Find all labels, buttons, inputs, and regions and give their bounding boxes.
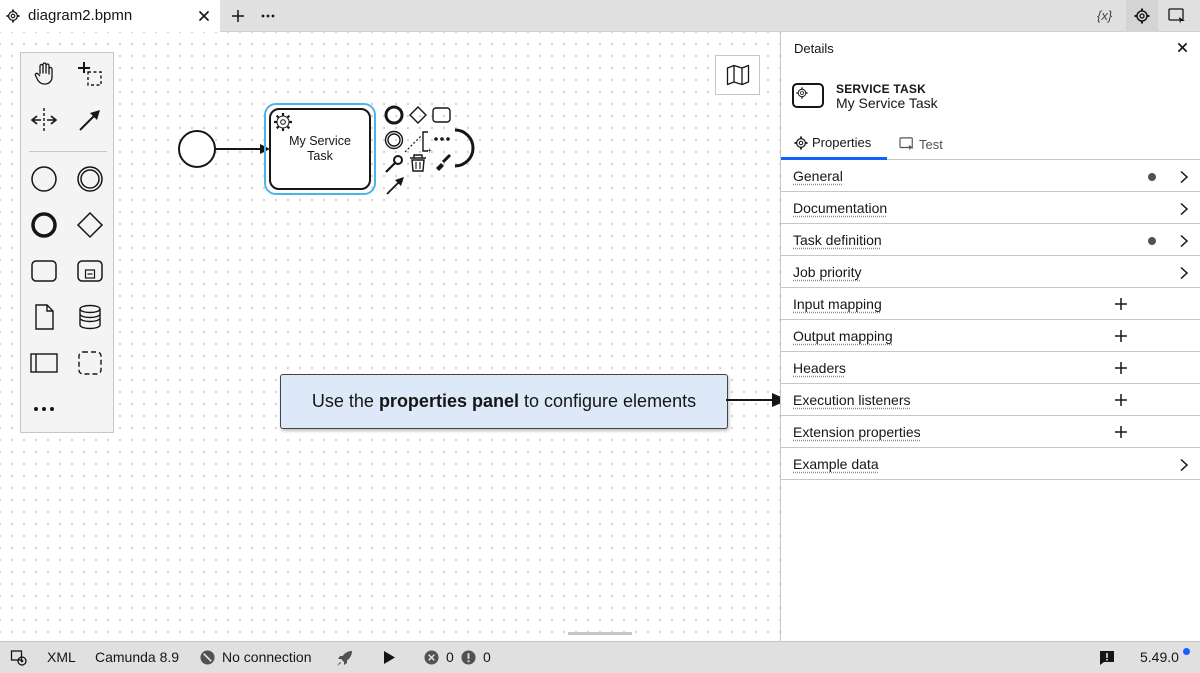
property-group-label: Documentation	[793, 200, 888, 216]
feedback-icon[interactable]	[1099, 650, 1115, 666]
panel-tabs: Properties Test	[781, 128, 1200, 160]
warning-icon[interactable]	[461, 650, 476, 665]
tab-diagram[interactable]: diagram2.bpmn	[0, 0, 220, 32]
svg-text:+: +	[427, 146, 432, 155]
property-group-execution-listeners[interactable]: Execution listeners	[781, 384, 1200, 416]
change-type-wrench-icon[interactable]	[385, 155, 403, 173]
hint-suffix: to configure elements	[523, 391, 697, 411]
property-group-label: Input mapping	[793, 296, 882, 312]
panel-title: Details	[794, 41, 834, 56]
chevron-right-icon[interactable]	[1179, 170, 1189, 184]
property-group-label: Headers	[793, 360, 846, 376]
property-group-label: Job priority	[793, 264, 862, 280]
service-task-icon	[792, 83, 824, 108]
property-group-label: General	[793, 168, 843, 184]
tab-test[interactable]: Test	[899, 128, 943, 160]
property-group-label: Task definition	[793, 232, 882, 248]
chevron-right-icon[interactable]	[1179, 458, 1189, 472]
properties-panel-toggle[interactable]	[1126, 0, 1158, 32]
gear-icon	[1134, 8, 1150, 24]
property-group-headers[interactable]: Headers	[781, 352, 1200, 384]
properties-panel-hint: Use the properties panel to configure el…	[280, 374, 728, 429]
tab-title: diagram2.bpmn	[28, 7, 133, 24]
property-group-documentation[interactable]: Documentation	[781, 192, 1200, 224]
element-name: My Service Task	[836, 95, 938, 111]
property-group-job-priority[interactable]: Job priority	[781, 256, 1200, 288]
append-text-annotation-icon[interactable]: +	[404, 131, 432, 155]
add-icon[interactable]	[1114, 425, 1128, 439]
deploy-rocket-icon[interactable]	[335, 648, 355, 668]
close-icon[interactable]	[198, 10, 210, 22]
context-pad-arc	[454, 128, 475, 168]
property-group-extension-properties[interactable]: Extension properties	[781, 416, 1200, 448]
test-panel-icon[interactable]	[1168, 8, 1186, 24]
variables-button[interactable]: {x}	[1097, 8, 1112, 23]
run-play-icon[interactable]	[382, 650, 396, 665]
no-connection-icon	[200, 650, 215, 665]
update-dot	[1183, 648, 1190, 655]
gear-icon	[6, 9, 20, 23]
service-task-label-line2: Task	[307, 149, 333, 163]
tab-properties-label: Properties	[812, 135, 872, 150]
data-indicator-dot	[1148, 237, 1156, 245]
add-icon[interactable]	[1114, 361, 1128, 375]
tab-test-label: Test	[919, 136, 943, 152]
add-icon[interactable]	[1114, 297, 1128, 311]
chevron-right-icon[interactable]	[1179, 266, 1189, 280]
bpmn-diagram: My Service Task +	[178, 103, 475, 195]
add-icon[interactable]	[1114, 329, 1128, 343]
chevron-right-icon[interactable]	[1179, 234, 1189, 248]
gear-icon	[794, 135, 808, 150]
xml-button[interactable]: XML	[47, 649, 76, 665]
sidebar-toggle-icon[interactable]	[10, 649, 28, 667]
status-bar: XML Camunda 8.9 No connection 0 0 5.49.0	[0, 641, 1200, 673]
error-icon[interactable]	[424, 650, 439, 665]
property-group-output-mapping[interactable]: Output mapping	[781, 320, 1200, 352]
tab-bar: diagram2.bpmn {x}	[0, 0, 1200, 32]
engine-version-button[interactable]: Camunda 8.9	[95, 649, 179, 665]
property-group-label: Example data	[793, 456, 879, 472]
data-indicator-dot	[1148, 173, 1156, 181]
more-tabs-icon[interactable]	[260, 8, 276, 24]
property-group-example-data[interactable]: Example data	[781, 448, 1200, 480]
app-version[interactable]: 5.49.0	[1140, 649, 1179, 665]
delete-trash-icon[interactable]	[410, 154, 426, 172]
property-group-label: Extension properties	[793, 424, 921, 440]
append-task-icon[interactable]	[432, 107, 451, 123]
chevron-right-icon[interactable]	[1179, 202, 1189, 216]
property-group-general[interactable]: General	[781, 160, 1200, 192]
new-tab-button[interactable]	[230, 8, 246, 24]
app-window: diagram2.bpmn {x} My Service Task + Use …	[0, 0, 1200, 673]
append-end-event-icon[interactable]	[384, 105, 404, 125]
test-icon	[899, 137, 914, 151]
start-event[interactable]	[178, 130, 216, 168]
more-options-icon[interactable]	[434, 137, 450, 141]
bottom-panel-resize-handle[interactable]	[568, 632, 632, 635]
connect-arrow-icon[interactable]	[386, 177, 404, 195]
property-group-label: Execution listeners	[793, 392, 911, 408]
hint-bold: properties panel	[378, 391, 519, 411]
close-icon[interactable]	[1177, 42, 1188, 53]
append-gateway-icon[interactable]	[409, 106, 427, 124]
add-icon[interactable]	[1114, 393, 1128, 407]
properties-panel: Details SERVICE TASK My Service Task Pro…	[780, 32, 1200, 641]
diagram-canvas[interactable]: My Service Task + Use the properties pan…	[0, 32, 788, 641]
error-count[interactable]: 0	[446, 649, 454, 665]
property-groups: General Documentation Task definition Job p…	[781, 160, 1200, 480]
tab-properties[interactable]: Properties	[781, 128, 887, 160]
service-task-gear-icon	[274, 113, 292, 131]
service-task-label-line1: My Service	[289, 134, 351, 148]
element-type: SERVICE TASK	[836, 82, 926, 96]
connection-status[interactable]: No connection	[222, 649, 312, 665]
property-group-input-mapping[interactable]: Input mapping	[781, 288, 1200, 320]
color-brush-icon[interactable]	[436, 153, 452, 171]
warning-count[interactable]: 0	[483, 649, 491, 665]
property-group-label: Output mapping	[793, 328, 893, 344]
append-intermediate-event-icon[interactable]	[384, 130, 404, 150]
hint-prefix: Use the	[311, 391, 374, 411]
property-group-task-definition[interactable]: Task definition	[781, 224, 1200, 256]
